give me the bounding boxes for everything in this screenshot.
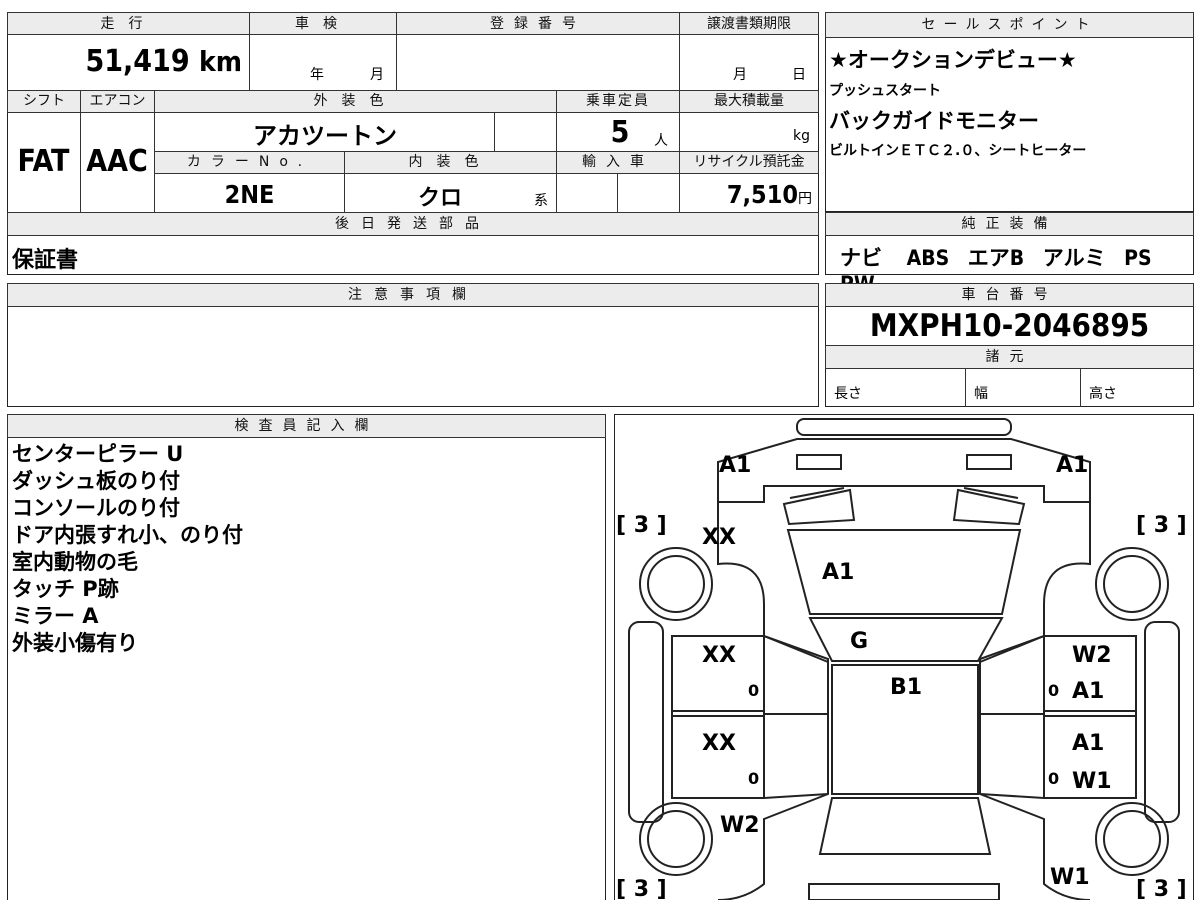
specs-header: 諸元	[825, 345, 1194, 369]
sales-point-line: ★オークションデビュー★	[829, 48, 1077, 72]
shaken-month-label: 月	[370, 67, 384, 83]
left-rear-quarter-mark: W2	[720, 813, 760, 838]
bumper-right-mark: A1	[1056, 453, 1088, 478]
recycle-unit: 円	[798, 191, 812, 207]
right-front-door-small: 0	[1048, 681, 1059, 700]
inspector-header: 検査員記入欄	[7, 414, 606, 438]
transfer-deadline-header: 譲渡書類期限	[679, 12, 819, 35]
transfer-day-label: 日	[792, 67, 806, 83]
sales-point-line: バックガイドモニター	[829, 109, 1039, 133]
hood-mark: A1	[822, 560, 854, 585]
tire-fr-mark: [ 3 ]	[1136, 513, 1187, 538]
spec-width-label: 幅	[974, 386, 988, 402]
import-header: 輸入車	[556, 151, 680, 174]
inspector-note: センターピラー U	[12, 442, 184, 466]
exterior-color-header: 外装色	[154, 90, 557, 113]
windshield-mark: G	[850, 629, 868, 654]
mileage-unit: km	[199, 45, 242, 78]
left-front-door-mark: XX	[702, 643, 736, 668]
equipment-item: ABS	[906, 246, 950, 270]
capacity-header: 乗車定員	[556, 90, 680, 113]
mileage-header: 走行	[7, 12, 250, 35]
inspector-notes: センターピラー U ダッシュ板のり付 コンソールのり付 ドア内張すれ小、のり付 …	[12, 441, 592, 657]
shift-value: FAT	[17, 144, 70, 179]
interior-color-header: 内装色	[344, 151, 557, 174]
equipment-item: ナビ	[840, 246, 882, 270]
inspector-note: 外装小傷有り	[12, 631, 138, 655]
aircon-header: エアコン	[80, 90, 155, 113]
notes-header: 注意事項欄	[7, 283, 819, 307]
recycle-number: 7,510	[726, 180, 798, 209]
car-damage-diagram: [ 3 ] [ 3 ] [ 3 ] [ 3 ] A1 A1 XX A1 G B1…	[616, 418, 1187, 900]
shaken-header: 車検	[249, 12, 397, 35]
shaken-year-label: 年	[310, 67, 324, 83]
right-front-door-mark-2: A1	[1072, 679, 1104, 704]
equipment-item: PS	[1124, 246, 1152, 270]
later-parts-header: 後日発送部品	[7, 212, 819, 236]
sales-points-header: セールスポイント	[825, 12, 1194, 38]
tire-fl-mark: [ 3 ]	[616, 513, 667, 538]
shift-header: シフト	[7, 90, 81, 113]
chassis-number: MXPH10-2046895	[869, 308, 1150, 344]
capacity-value: 5	[610, 115, 630, 150]
interior-color-value: クロ	[417, 186, 462, 211]
inspector-note: コンソールのり付	[12, 496, 180, 520]
inspector-note: ドア内張すれ小、のり付	[12, 523, 243, 547]
equipment-item: エアB	[967, 246, 1025, 270]
bumper-left-mark: A1	[719, 453, 751, 478]
later-parts-value: 保証書	[12, 248, 79, 273]
right-rear-door-mark-1: A1	[1072, 731, 1104, 756]
inspector-note: ミラー A	[12, 604, 99, 628]
capacity-unit: 人	[654, 133, 668, 149]
max-load-header: 最大積載量	[679, 90, 819, 113]
exterior-color-value: アカツートン	[253, 122, 397, 150]
equipment-item: アルミ	[1042, 246, 1106, 270]
left-front-door-small: 0	[748, 681, 759, 700]
recycle-value: 7,510円	[684, 180, 812, 209]
color-no-value: 2NE	[224, 180, 275, 209]
color-no-header: カラーNo.	[154, 151, 345, 174]
chassis-header: 車台番号	[825, 283, 1194, 307]
sales-point-line: プッシュスタート	[829, 83, 941, 99]
inspector-note: 室内動物の毛	[12, 550, 138, 574]
right-rear-door-mark-2: W1	[1072, 769, 1112, 794]
inspector-note: ダッシュ板のり付	[12, 469, 180, 493]
right-rear-quarter-mark: W1	[1050, 865, 1090, 890]
right-front-door-mark-1: W2	[1072, 643, 1112, 668]
inspector-note: タッチ P跡	[12, 577, 119, 601]
transfer-month-label: 月	[733, 67, 747, 83]
sales-points-list: ★オークションデビュー★ プッシュスタート バックガイドモニター ビルトインＥＴ…	[829, 44, 1191, 166]
interior-color-suffix: 系	[534, 193, 548, 209]
genuine-equipment-header: 純正装備	[825, 212, 1194, 236]
right-rear-door-small: 0	[1048, 769, 1059, 788]
spec-height-label: 高さ	[1089, 386, 1117, 402]
registration-header: 登録番号	[396, 12, 680, 35]
mileage-value: 51,419 km	[10, 44, 242, 84]
roof-mark: B1	[890, 675, 922, 700]
left-fender-mark: XX	[702, 525, 736, 550]
recycle-header: リサイクル預託金	[679, 151, 819, 174]
tire-rr-mark: [ 3 ]	[1136, 877, 1187, 900]
max-load-unit: kg	[793, 128, 810, 144]
mileage-number: 51,419	[85, 44, 190, 79]
left-rear-door-mark: XX	[702, 731, 736, 756]
spec-length-label: 長さ	[834, 386, 862, 402]
tire-rl-mark: [ 3 ]	[616, 877, 667, 900]
aircon-value: AAC	[86, 144, 148, 179]
left-rear-door-small: 0	[748, 769, 759, 788]
sales-point-line: ビルトインＥＴＣ２.０、シートヒーター	[829, 143, 1087, 159]
